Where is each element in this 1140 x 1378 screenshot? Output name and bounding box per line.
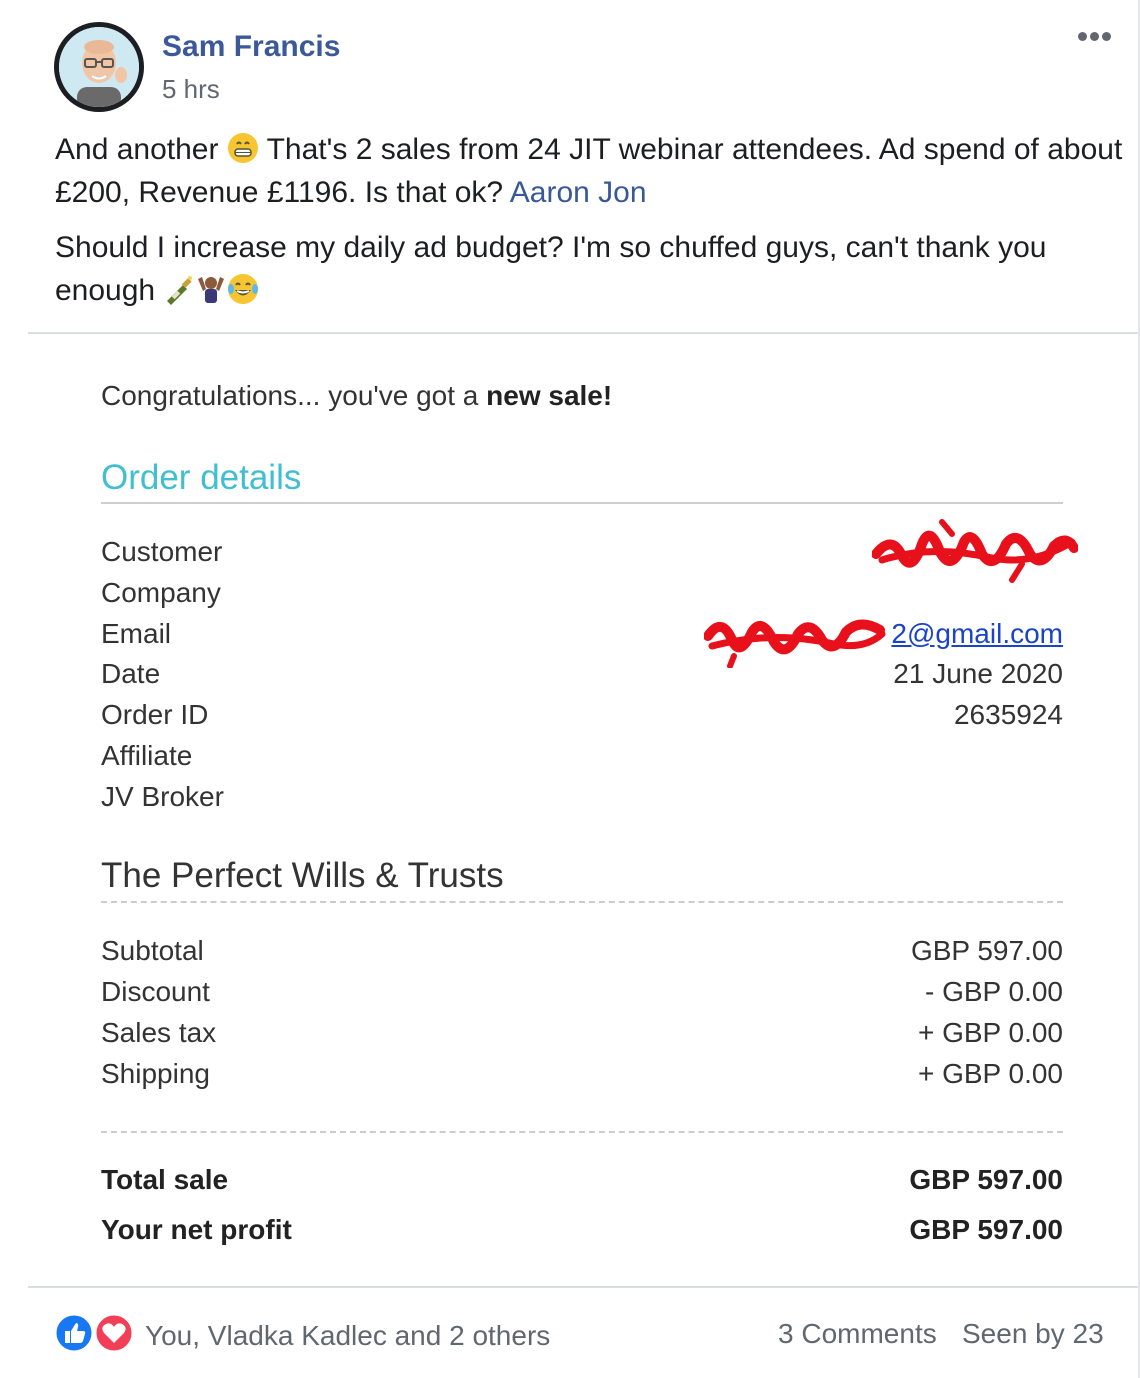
more-icon (1078, 32, 1087, 41)
like-icon (54, 1312, 95, 1354)
mention-link[interactable]: Aaron Jon (510, 176, 647, 209)
reactors-summary[interactable]: You, Vladka Kadlec and 2 others (145, 1320, 550, 1352)
divider (28, 332, 1138, 334)
total-sale-row: Total sale GBP 597.00 (101, 1164, 1063, 1195)
love-icon (93, 1312, 135, 1354)
post-paragraph-2: Should I increase my daily ad budget? I'… (55, 231, 1047, 307)
post-timestamp[interactable]: 5 hrs (162, 74, 220, 105)
post-paragraph-1: And another That's 2 sales from 24 JIT w… (55, 133, 1123, 209)
total-row: Sales tax + GBP 0.00 (101, 1017, 1063, 1048)
divider (101, 1131, 1063, 1133)
detail-row: JV Broker (101, 781, 224, 812)
author-name[interactable]: Sam Francis (162, 30, 340, 64)
total-row: Shipping + GBP 0.00 (101, 1058, 1063, 1089)
grin-emoji (227, 133, 258, 163)
product-name: The Perfect Wills & Trusts (101, 856, 504, 895)
detail-row: Affiliate (101, 740, 193, 771)
detail-row: Date 21 June 2020 (101, 658, 1063, 689)
flexing-emoji (198, 277, 225, 303)
bottle-emoji (167, 276, 193, 305)
comments-count[interactable]: 3 Comments (778, 1318, 937, 1350)
divider (28, 1286, 1138, 1288)
net-profit-row: Your net profit GBP 597.00 (101, 1214, 1063, 1245)
detail-row: Order ID 2635924 (101, 699, 1063, 730)
order-details-heading: Order details (101, 458, 302, 497)
reaction-icons[interactable] (54, 1312, 138, 1354)
tears-of-joy-emoji (228, 274, 259, 304)
divider (101, 502, 1063, 504)
divider (101, 901, 1063, 903)
more-options-button[interactable] (1078, 28, 1120, 46)
seen-count[interactable]: Seen by 23 (962, 1318, 1104, 1350)
avatar[interactable] (54, 22, 144, 112)
total-row: Subtotal GBP 597.00 (101, 935, 1063, 966)
facebook-post: Sam Francis 5 hrs And another That's 2 s… (0, 0, 1140, 1378)
congrats-message: Congratulations... you've got a new sale… (101, 380, 613, 411)
email-link[interactable]: 2@gmail.com (891, 618, 1063, 650)
redaction-scribble (872, 519, 1078, 583)
total-row: Discount - GBP 0.00 (101, 976, 1063, 1007)
detail-row: Email 2@gmail.com (101, 618, 1063, 650)
redaction-scribble (704, 619, 886, 668)
